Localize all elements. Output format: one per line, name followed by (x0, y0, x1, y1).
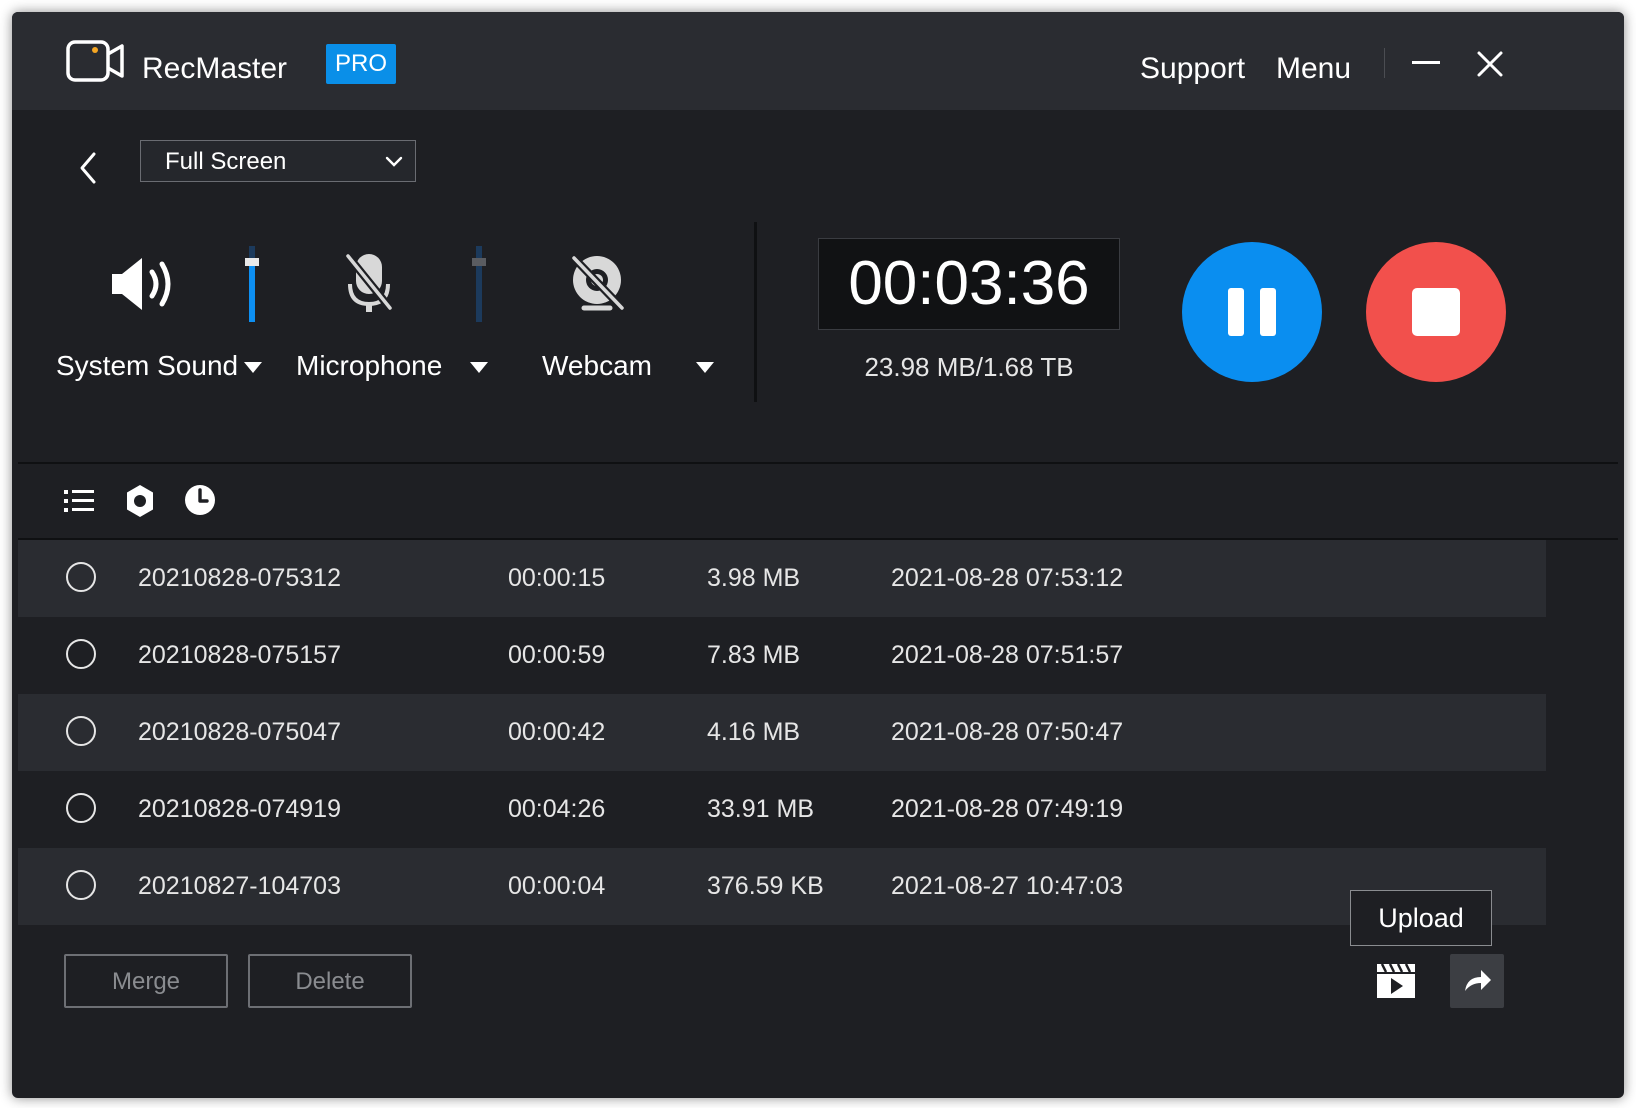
recording-date: 2021-08-27 10:47:03 (891, 872, 1124, 900)
stop-button[interactable] (1366, 242, 1506, 382)
pause-icon (1228, 288, 1244, 336)
recording-size: 7.83 MB (707, 641, 801, 669)
recording-timer: 00:03:36 (818, 238, 1120, 330)
select-radio[interactable] (66, 562, 96, 592)
recording-name: 20210828-075157 (138, 641, 341, 669)
recording-size: 376.59 KB (707, 872, 824, 900)
recording-duration: 00:00:59 (508, 641, 606, 669)
pause-button[interactable] (1182, 242, 1322, 382)
recording-date: 2021-08-28 07:53:12 (891, 564, 1124, 592)
recording-name: 20210828-075312 (138, 564, 341, 592)
recording-duration: 00:00:42 (508, 718, 606, 746)
recording-size: 3.98 MB (707, 564, 801, 592)
camera-logo-icon (66, 40, 124, 82)
microphone-dropdown-icon[interactable] (470, 362, 488, 373)
schedule-clock-icon[interactable] (184, 484, 216, 516)
chevron-down-icon (385, 156, 403, 167)
recording-name: 20210827-104703 (138, 872, 341, 900)
list-item[interactable]: 20210828-074919 00:04:26 33.91 MB 2021-0… (18, 771, 1546, 848)
recording-name: 20210828-074919 (138, 795, 341, 823)
pause-icon (1260, 288, 1276, 336)
app-window: RecMaster PRO Support Menu Full Screen S… (12, 12, 1624, 1098)
recording-duration: 00:00:15 (508, 564, 606, 592)
recording-date: 2021-08-28 07:49:19 (891, 795, 1124, 823)
list-item[interactable]: 20210828-075312 00:00:15 3.98 MB 2021-08… (18, 540, 1546, 617)
share-button[interactable] (1450, 954, 1504, 1008)
recordings-list: 20210828-075312 00:00:15 3.98 MB 2021-08… (18, 540, 1546, 925)
speaker-icon[interactable] (108, 252, 178, 314)
list-item[interactable]: 20210828-075157 00:00:59 7.83 MB 2021-08… (18, 617, 1546, 694)
recording-duration: 00:04:26 (508, 795, 606, 823)
minimize-icon[interactable] (1412, 56, 1448, 70)
recording-size: 4.16 MB (707, 718, 801, 746)
list-item[interactable]: 20210828-075047 00:00:42 4.16 MB 2021-08… (18, 694, 1546, 771)
system-sound-dropdown-icon[interactable] (244, 362, 262, 373)
webcam-off-icon[interactable] (566, 252, 628, 316)
title-bar: RecMaster PRO Support Menu (12, 12, 1624, 110)
recording-file-size: 23.98 MB/1.68 TB (864, 352, 1074, 382)
select-radio[interactable] (66, 639, 96, 669)
delete-button[interactable]: Delete (248, 954, 412, 1008)
settings-icon[interactable] (124, 484, 156, 518)
video-editor-icon[interactable] (1376, 962, 1416, 1000)
slider-knob[interactable] (245, 258, 259, 266)
recording-duration: 00:00:04 (508, 872, 606, 900)
app-name: RecMaster (142, 52, 288, 85)
back-icon[interactable] (74, 150, 102, 186)
webcam-label[interactable]: Webcam (542, 350, 652, 382)
menu-link[interactable]: Menu (1276, 52, 1351, 86)
select-radio[interactable] (66, 716, 96, 746)
titlebar-divider (1384, 48, 1385, 78)
recording-date: 2021-08-28 07:50:47 (891, 718, 1124, 746)
pro-badge: PRO (326, 44, 396, 84)
microphone-label[interactable]: Microphone (296, 350, 442, 382)
slider-knob[interactable] (472, 258, 486, 266)
share-arrow-icon (1465, 970, 1491, 991)
close-icon[interactable] (1474, 48, 1506, 80)
webcam-dropdown-icon[interactable] (696, 362, 714, 373)
recording-name: 20210828-075047 (138, 718, 341, 746)
upload-tooltip: Upload (1350, 890, 1492, 946)
recording-date: 2021-08-28 07:51:57 (891, 641, 1124, 669)
section-divider (18, 462, 1618, 464)
capture-mode-select[interactable]: Full Screen (140, 140, 416, 182)
select-radio[interactable] (66, 793, 96, 823)
support-link[interactable]: Support (1140, 52, 1245, 86)
select-radio[interactable] (66, 870, 96, 900)
list-item[interactable]: 20210827-104703 00:00:04 376.59 KB 2021-… (18, 848, 1546, 925)
list-icon[interactable] (64, 488, 94, 514)
controls-divider (754, 222, 757, 402)
elapsed-time: 00:03:36 (848, 249, 1090, 318)
merge-button[interactable]: Merge (64, 954, 228, 1008)
stop-icon (1412, 288, 1460, 336)
microphone-muted-icon[interactable] (342, 250, 396, 316)
recording-size: 33.91 MB (707, 795, 815, 823)
slider-fill (249, 262, 255, 322)
system-sound-label[interactable]: System Sound (56, 350, 238, 382)
capture-mode-label: Full Screen (165, 148, 287, 175)
